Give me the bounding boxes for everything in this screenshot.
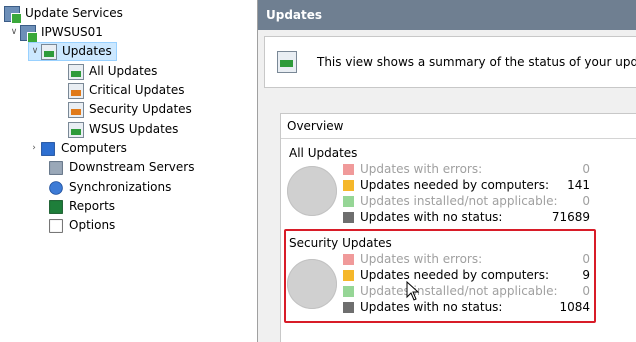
tree-node-update-services[interactable]: Update Services xyxy=(4,4,123,24)
tree-node-security-updates[interactable]: Security Updates xyxy=(68,100,192,119)
tree-label: Reports xyxy=(69,199,116,213)
status-label: Updates installed/not applicable: xyxy=(360,194,558,208)
tree-label: Options xyxy=(69,218,116,232)
overview-heading: Overview xyxy=(281,114,636,139)
update-view-icon xyxy=(68,121,84,138)
tree-node-reports[interactable]: Reports xyxy=(48,197,115,216)
tree-node-computers[interactable]: › Computers xyxy=(28,139,127,158)
status-label[interactable]: Updates needed by computers: xyxy=(360,178,550,193)
status-row: Updates with errors: 0 xyxy=(343,162,590,177)
section-title-all-updates: All Updates xyxy=(289,146,358,160)
tree-label: Critical Updates xyxy=(89,83,185,97)
status-value: 0 xyxy=(582,162,590,176)
tree-node-all-updates[interactable]: All Updates xyxy=(68,62,157,81)
expand-chevron-icon[interactable]: ∨ xyxy=(29,42,41,61)
description-text: This view shows a summary of the status … xyxy=(317,55,636,69)
status-pie-chart xyxy=(287,166,337,216)
legend-swatch xyxy=(343,212,354,223)
tree-label: Downstream Servers xyxy=(69,160,195,174)
legend-swatch xyxy=(343,164,354,175)
status-value: 141 xyxy=(567,178,590,192)
options-icon xyxy=(49,218,63,233)
downstream-servers-icon xyxy=(49,160,63,175)
status-row[interactable]: Updates needed by computers: 141 xyxy=(343,178,590,193)
tree-label: Security Updates xyxy=(89,102,192,116)
status-label[interactable]: Updates with no status: xyxy=(360,210,550,225)
expand-chevron-icon[interactable]: ∨ xyxy=(8,23,20,42)
mouse-cursor-icon xyxy=(406,281,420,301)
update-view-icon xyxy=(68,82,84,99)
tree-node-downstream-servers[interactable]: Downstream Servers xyxy=(48,158,194,177)
tree-label: Updates xyxy=(62,44,112,58)
highlight-box xyxy=(284,229,596,323)
status-value: 71689 xyxy=(551,210,590,224)
update-services-icon xyxy=(4,5,22,24)
legend-swatch xyxy=(343,180,354,191)
navigation-tree: Update Services ∨ IPWSUS01 ∨ Updates All… xyxy=(0,0,258,342)
tree-label: IPWSUS01 xyxy=(41,25,103,39)
pane-title: Updates xyxy=(258,0,636,30)
tree-label: Synchronizations xyxy=(69,180,172,194)
status-row: Updates installed/not applicable: 0 xyxy=(343,194,590,209)
update-view-icon xyxy=(68,63,84,80)
tree-label: Computers xyxy=(61,141,127,155)
tree-node-options[interactable]: Options xyxy=(48,216,115,235)
legend-swatch xyxy=(343,196,354,207)
status-label: Updates with errors: xyxy=(360,162,483,176)
status-row[interactable]: Updates with no status: 71689 xyxy=(343,210,590,225)
tree-node-server[interactable]: ∨ IPWSUS01 xyxy=(8,23,103,43)
update-view-icon xyxy=(68,101,84,118)
computers-icon xyxy=(41,141,55,156)
tree-label: WSUS Updates xyxy=(89,122,179,136)
updates-icon xyxy=(277,51,297,73)
updates-icon xyxy=(41,43,57,60)
tree-node-critical-updates[interactable]: Critical Updates xyxy=(68,81,185,100)
status-value: 0 xyxy=(582,194,590,208)
tree-node-wsus-updates[interactable]: WSUS Updates xyxy=(68,120,178,139)
server-icon xyxy=(20,24,38,43)
tree-label: Update Services xyxy=(25,6,123,20)
tree-node-synchronizations[interactable]: Synchronizations xyxy=(48,178,171,197)
description-box: This view shows a summary of the status … xyxy=(264,36,636,88)
synchronizations-icon xyxy=(49,180,63,195)
expand-chevron-icon[interactable]: › xyxy=(28,139,40,158)
tree-label: All Updates xyxy=(89,64,158,78)
tree-node-updates[interactable]: ∨ Updates xyxy=(28,42,117,61)
reports-icon xyxy=(49,199,63,214)
